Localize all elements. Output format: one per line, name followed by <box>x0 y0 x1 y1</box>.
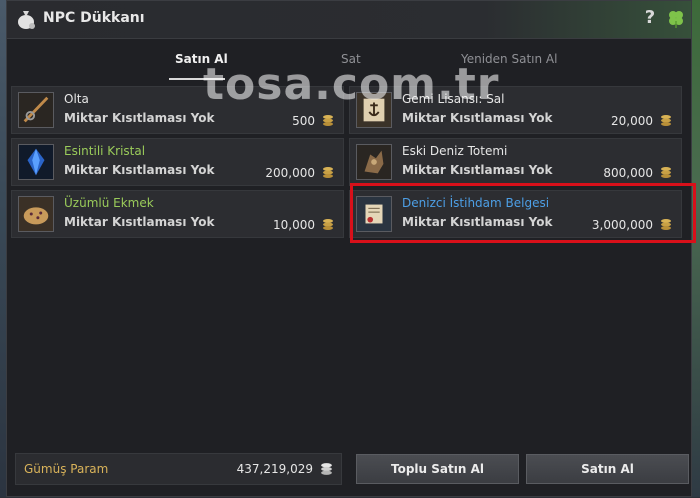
sea-totem-icon <box>356 144 392 180</box>
crystal-icon <box>18 144 54 180</box>
silver-coin-icon <box>321 463 332 475</box>
window-title: NPC Dükkanı <box>43 10 145 26</box>
title-bar[interactable]: NPC Dükkanı ? <box>7 1 691 39</box>
silver-label: Gümüş Param <box>24 462 109 476</box>
item-limit: Miktar Kısıtlaması Yok <box>64 215 215 229</box>
item-limit: Miktar Kısıtlaması Yok <box>64 111 215 125</box>
shop-item-fishing-rod[interactable]: Olta Miktar Kısıtlaması Yok 500 <box>11 86 344 134</box>
item-limit: Miktar Kısıtlaması Yok <box>64 163 215 177</box>
tab-buy[interactable]: Satın Al <box>175 52 228 66</box>
shop-footer: Gümüş Param 437,219,029 Toplu Satın Al S… <box>7 453 691 498</box>
item-name: Üzümlü Ekmek <box>64 196 154 210</box>
selected-item-highlight <box>350 183 696 243</box>
help-button[interactable]: ? <box>641 7 659 29</box>
item-name: Esintili Kristal <box>64 144 146 158</box>
tab-sell[interactable]: Sat <box>341 52 361 66</box>
silver-balance: Gümüş Param 437,219,029 <box>15 453 342 485</box>
item-name: Eski Deniz Totemi <box>402 144 508 158</box>
npc-shop-window: NPC Dükkanı ? Satın Al Sat Yeniden Satın… <box>6 0 696 498</box>
buy-button[interactable]: Satın Al <box>526 454 689 484</box>
item-price: 10,000 <box>273 218 315 232</box>
silver-coin-icon <box>661 167 671 178</box>
silver-coin-icon <box>323 167 333 178</box>
bread-icon <box>18 196 54 232</box>
item-limit: Miktar Kısıtlaması Yok <box>402 111 553 125</box>
shop-tabs: Satın Al Sat Yeniden Satın Al <box>7 38 691 82</box>
shop-item-bread[interactable]: Üzümlü Ekmek Miktar Kısıtlaması Yok 10,0… <box>11 190 344 238</box>
item-name: Gemi Lisansı: Sal <box>402 92 505 106</box>
shop-item-ship-license[interactable]: Gemi Lisansı: Sal Miktar Kısıtlaması Yok… <box>349 86 682 134</box>
silver-coin-icon <box>661 115 671 126</box>
tab-buyback[interactable]: Yeniden Satın Al <box>461 52 557 66</box>
silver-coin-icon <box>323 115 333 126</box>
item-price: 800,000 <box>603 166 653 180</box>
bulk-buy-button[interactable]: Toplu Satın Al <box>356 454 519 484</box>
silver-coin-icon <box>323 219 333 230</box>
clover-icon[interactable] <box>666 9 686 29</box>
silver-amount: 437,219,029 <box>236 462 313 476</box>
shop-item-sea-totem[interactable]: Eski Deniz Totemi Miktar Kısıtlaması Yok… <box>349 138 682 186</box>
fishing-rod-icon <box>18 92 54 128</box>
shop-item-crystal[interactable]: Esintili Kristal Miktar Kısıtlaması Yok … <box>11 138 344 186</box>
money-bag-icon <box>18 11 35 29</box>
item-name: Olta <box>64 92 89 106</box>
item-price: 20,000 <box>611 114 653 128</box>
item-price: 500 <box>292 114 315 128</box>
item-limit: Miktar Kısıtlaması Yok <box>402 163 553 177</box>
item-price: 200,000 <box>265 166 315 180</box>
ship-license-icon <box>356 92 392 128</box>
active-tab-indicator <box>169 78 225 80</box>
